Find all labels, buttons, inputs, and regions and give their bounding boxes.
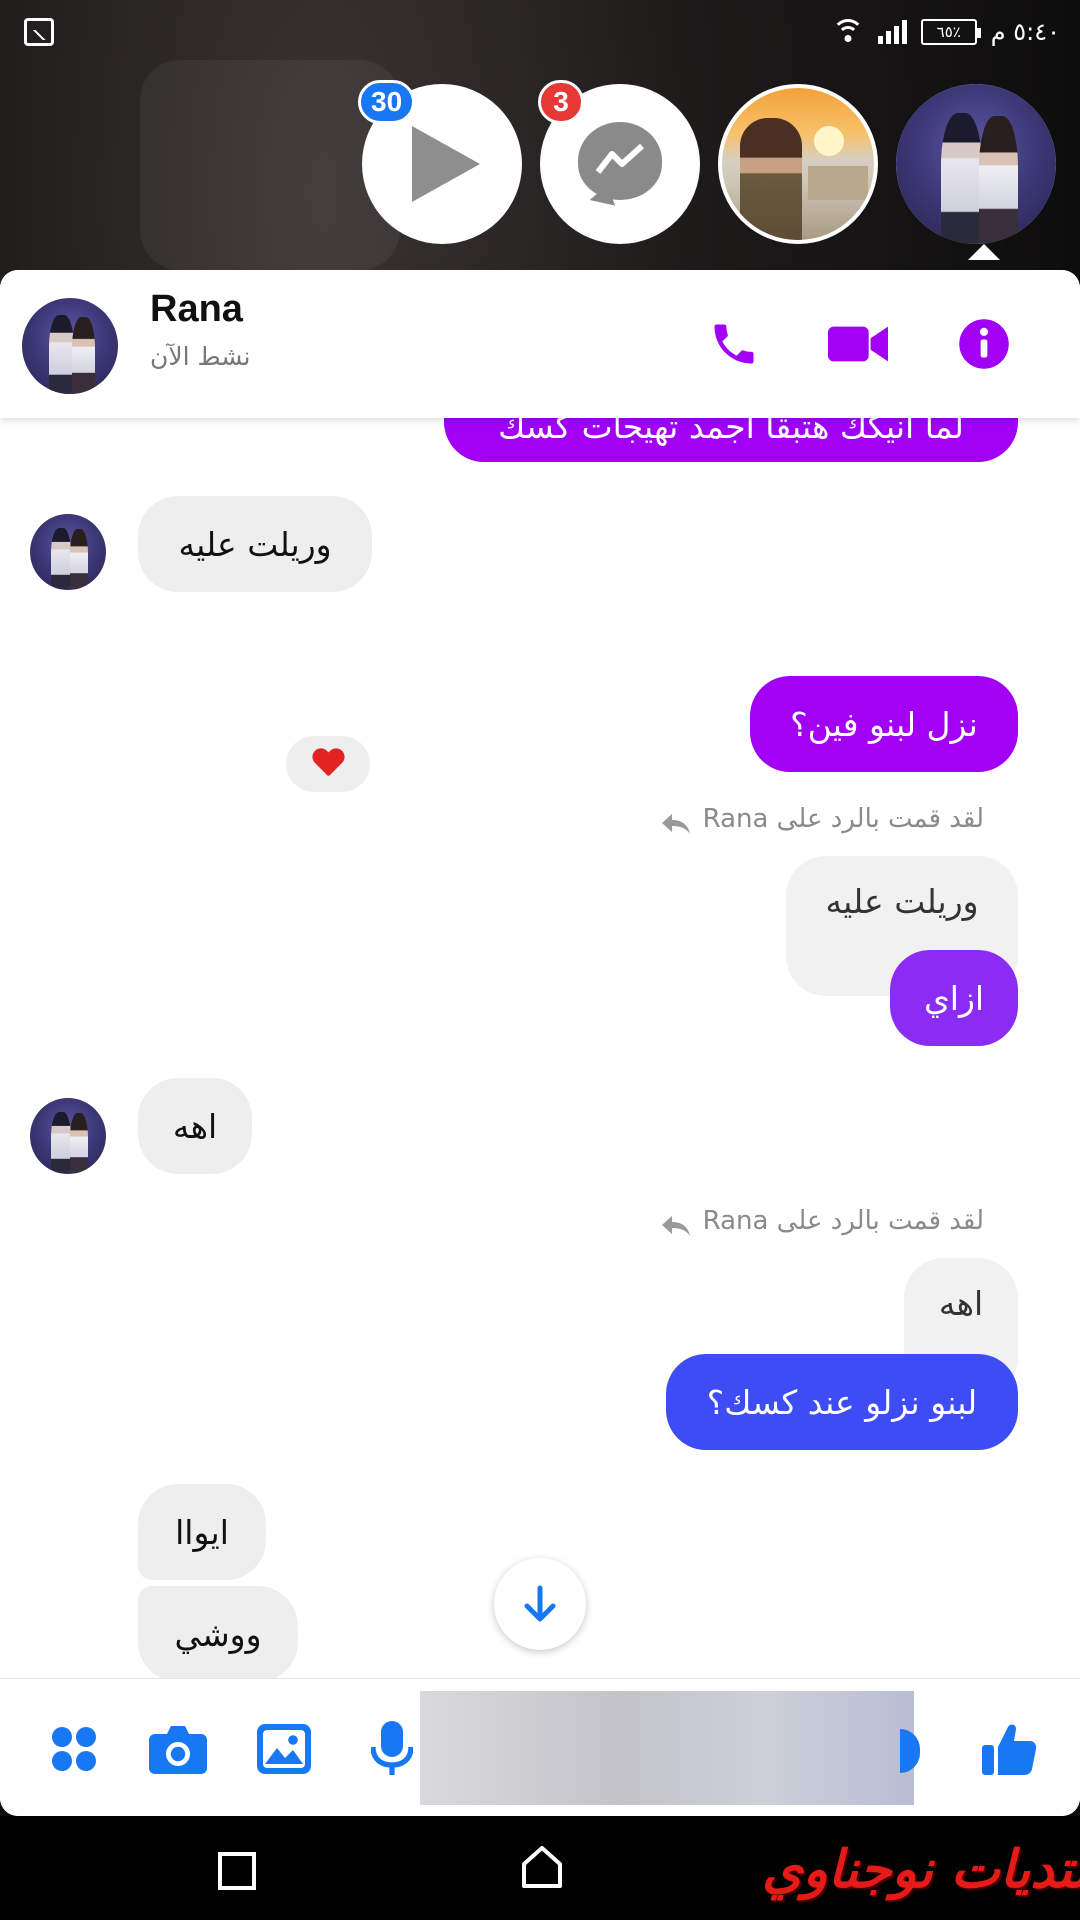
info-icon[interactable] (954, 314, 1014, 374)
heart-icon (312, 749, 344, 779)
message-text: وريلت عليه (825, 882, 979, 921)
message-outgoing[interactable]: ازاي (890, 950, 1018, 1046)
message-incoming[interactable]: وريلت عليه (138, 496, 372, 592)
recent-apps-icon[interactable] (218, 1852, 256, 1890)
message-text: اهه (938, 1284, 984, 1323)
image-icon[interactable] (254, 1719, 314, 1779)
home-icon[interactable] (520, 1844, 564, 1890)
clock: ٥:٤٠ م (990, 18, 1060, 46)
message-text: ازاي (923, 978, 985, 1018)
chat-panel: Rana نشط الآن لما انيكك هتبقا اجمد تهيجا… (0, 270, 1080, 1816)
reply-label: لقد قمت بالرد على Rana (702, 804, 984, 834)
gallery-icon (24, 18, 54, 46)
wifi-icon (831, 19, 864, 45)
message-input-blurred[interactable] (420, 1691, 914, 1805)
chat-head-messenger[interactable]: 3 (538, 80, 700, 244)
avatar[interactable] (22, 298, 118, 394)
more-icon[interactable] (44, 1719, 104, 1779)
message-list: لما انيكك هتبقا اجمد تهيجات كسك وريلت عل… (0, 358, 1080, 1682)
chat-head-rana[interactable] (896, 84, 1056, 244)
message-text: ووشي (174, 1614, 262, 1654)
message-text: لبنو نزلو عند كسك؟ (706, 1382, 978, 1422)
composer-bar (0, 1678, 1080, 1816)
message-outgoing[interactable]: نزل لبنو فين؟ (750, 676, 1018, 772)
message-incoming[interactable]: ووشي (138, 1586, 298, 1682)
scroll-to-bottom-button[interactable] (494, 1558, 586, 1650)
mic-icon[interactable] (362, 1719, 422, 1779)
video-call-icon[interactable] (828, 314, 888, 374)
reply-arrow-icon (662, 1216, 690, 1236)
message-outgoing[interactable]: لبنو نزلو عند كسك؟ (666, 1354, 1018, 1450)
avatar[interactable] (30, 514, 106, 590)
reply-label: لقد قمت بالرد على Rana (702, 1206, 984, 1236)
status-bar: ٦٥٪ ٥:٤٠ م (0, 0, 1080, 64)
messenger-icon (578, 122, 662, 200)
active-status: نشط الآن (150, 342, 251, 371)
play-icon (412, 126, 480, 202)
message-text: نزل لبنو فين؟ (790, 704, 978, 744)
contact-name[interactable]: Rana (150, 288, 243, 331)
message-text: وريلت عليه (178, 524, 332, 564)
status-indicators: ٦٥٪ ٥:٤٠ م (831, 14, 1060, 50)
emoji-icon[interactable] (900, 1729, 920, 1773)
reaction-badge[interactable] (286, 736, 370, 792)
message-incoming[interactable]: اهه (138, 1078, 252, 1174)
message-incoming[interactable]: ايواا (138, 1484, 266, 1580)
watermark-logo: منتديات نوجناوي (762, 1840, 1080, 1900)
avatar[interactable] (30, 1098, 106, 1174)
arrow-down-icon (524, 1585, 556, 1622)
chat-head-contact-photo[interactable] (718, 84, 878, 244)
battery-icon: ٦٥٪ (920, 19, 981, 45)
message-text: ايواا (175, 1512, 229, 1552)
signal-icon (877, 20, 907, 44)
camera-icon[interactable] (148, 1719, 208, 1779)
reply-arrow-icon (662, 814, 690, 834)
like-icon[interactable] (980, 1719, 1040, 1779)
battery-level: ٦٥٪ (936, 23, 961, 41)
videos-badge: 30 (358, 80, 416, 124)
rana-photo (896, 84, 1056, 244)
messenger-badge: 3 (538, 80, 584, 124)
message-text: اهه (172, 1106, 218, 1146)
chat-header: Rana نشط الآن (0, 270, 1080, 418)
phone-icon[interactable] (704, 314, 764, 374)
active-head-pointer (968, 244, 1000, 260)
chat-head-videos[interactable]: 30 (358, 80, 522, 244)
contact-photo (722, 88, 874, 240)
